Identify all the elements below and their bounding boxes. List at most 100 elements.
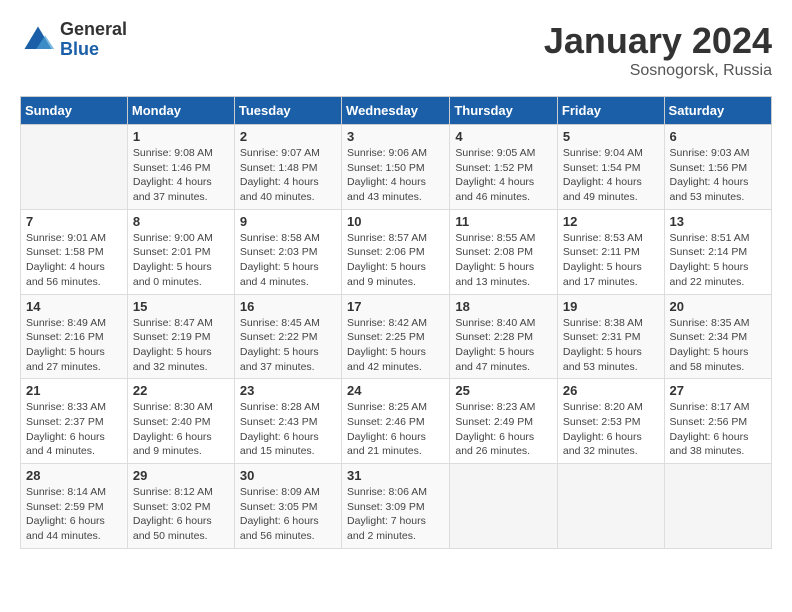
- day-number: 30: [240, 468, 336, 483]
- calendar-cell: 27Sunrise: 8:17 AMSunset: 2:56 PMDayligh…: [664, 379, 771, 464]
- calendar-week-row: 14 Sunrise: 8:49 AMSunset: 2:16 PMDayligh…: [21, 294, 772, 379]
- calendar-cell: 4 Sunrise: 9:05 AMSunset: 1:52 PMDaylight…: [450, 125, 558, 210]
- calendar-cell: 24 Sunrise: 8:25 AMSunset: 2:46 PMDayligh…: [342, 379, 450, 464]
- calendar-week-row: 21Sunrise: 8:33 AMSunset: 2:37 PMDayligh…: [21, 379, 772, 464]
- day-number: 4: [455, 129, 552, 144]
- calendar-cell: [21, 125, 128, 210]
- day-info: Sunrise: 8:14 AMSunset: 2:59 PMDaylight:…: [26, 485, 122, 544]
- day-info: Sunrise: 8:33 AMSunset: 2:37 PMDaylight:…: [26, 400, 122, 459]
- day-number: 10: [347, 214, 444, 229]
- day-number: 11: [455, 214, 552, 229]
- day-number: 1: [133, 129, 229, 144]
- calendar-cell: 3Sunrise: 9:06 AMSunset: 1:50 PMDaylight…: [342, 125, 450, 210]
- logo-text: General Blue: [60, 20, 127, 60]
- day-number: 6: [670, 129, 766, 144]
- calendar-cell: 26Sunrise: 8:20 AMSunset: 2:53 PMDayligh…: [557, 379, 664, 464]
- day-number: 17: [347, 299, 444, 314]
- day-info: Sunrise: 8:58 AMSunset: 2:03 PMDaylight:…: [240, 231, 336, 290]
- calendar-cell: 17 Sunrise: 8:42 AMSunset: 2:25 PMDayligh…: [342, 294, 450, 379]
- calendar-cell: 12 Sunrise: 8:53 AMSunset: 2:11 PMDayligh…: [557, 209, 664, 294]
- calendar-cell: 6 Sunrise: 9:03 AMSunset: 1:56 PMDaylight…: [664, 125, 771, 210]
- day-number: 15: [133, 299, 229, 314]
- day-info: Sunrise: 8:17 AMSunset: 2:56 PMDaylight:…: [670, 400, 766, 459]
- day-number: 28: [26, 468, 122, 483]
- day-number: 22: [133, 383, 229, 398]
- day-info: Sunrise: 8:28 AMSunset: 2:43 PMDaylight:…: [240, 400, 336, 459]
- day-info: Sunrise: 8:09 AMSunset: 3:05 PMDaylight:…: [240, 485, 336, 544]
- calendar-cell: 10 Sunrise: 8:57 AMSunset: 2:06 PMDayligh…: [342, 209, 450, 294]
- title-block: January 2024 Sosnogorsk, Russia: [544, 20, 772, 80]
- day-number: 29: [133, 468, 229, 483]
- day-info: Sunrise: 8:42 AMSunset: 2:25 PMDaylight:…: [347, 316, 444, 375]
- day-info: Sunrise: 9:07 AMSunset: 1:48 PMDaylight:…: [240, 146, 336, 205]
- day-number: 18: [455, 299, 552, 314]
- calendar-week-row: 1Sunrise: 9:08 AMSunset: 1:46 PMDaylight…: [21, 125, 772, 210]
- day-number: 14: [26, 299, 122, 314]
- day-info: Sunrise: 8:53 AMSunset: 2:11 PMDaylight:…: [563, 231, 659, 290]
- day-info: Sunrise: 9:03 AMSunset: 1:56 PMDaylight:…: [670, 146, 766, 205]
- day-info: Sunrise: 8:12 AMSunset: 3:02 PMDaylight:…: [133, 485, 229, 544]
- calendar-cell: 2Sunrise: 9:07 AMSunset: 1:48 PMDaylight…: [234, 125, 341, 210]
- calendar-cell: 21Sunrise: 8:33 AMSunset: 2:37 PMDayligh…: [21, 379, 128, 464]
- calendar-cell: 16 Sunrise: 8:45 AMSunset: 2:22 PMDayligh…: [234, 294, 341, 379]
- day-number: 24: [347, 383, 444, 398]
- calendar-cell: [664, 464, 771, 549]
- calendar-cell: 31 Sunrise: 8:06 AMSunset: 3:09 PMDayligh…: [342, 464, 450, 549]
- calendar-cell: 30 Sunrise: 8:09 AMSunset: 3:05 PMDayligh…: [234, 464, 341, 549]
- calendar-cell: 18 Sunrise: 8:40 AMSunset: 2:28 PMDayligh…: [450, 294, 558, 379]
- day-info: Sunrise: 8:20 AMSunset: 2:53 PMDaylight:…: [563, 400, 659, 459]
- day-info: Sunrise: 8:40 AMSunset: 2:28 PMDaylight:…: [455, 316, 552, 375]
- day-info: Sunrise: 8:38 AMSunset: 2:31 PMDaylight:…: [563, 316, 659, 375]
- calendar-week-row: 7Sunrise: 9:01 AMSunset: 1:58 PMDaylight…: [21, 209, 772, 294]
- day-info: Sunrise: 8:49 AMSunset: 2:16 PMDaylight:…: [26, 316, 122, 375]
- calendar-cell: 7Sunrise: 9:01 AMSunset: 1:58 PMDaylight…: [21, 209, 128, 294]
- calendar-cell: 1Sunrise: 9:08 AMSunset: 1:46 PMDaylight…: [127, 125, 234, 210]
- day-number: 20: [670, 299, 766, 314]
- day-header-wednesday: Wednesday: [342, 97, 450, 125]
- day-info: Sunrise: 9:04 AMSunset: 1:54 PMDaylight:…: [563, 146, 659, 205]
- calendar-cell: 25Sunrise: 8:23 AMSunset: 2:49 PMDayligh…: [450, 379, 558, 464]
- day-header-thursday: Thursday: [450, 97, 558, 125]
- day-number: 5: [563, 129, 659, 144]
- calendar-cell: 20 Sunrise: 8:35 AMSunset: 2:34 PMDayligh…: [664, 294, 771, 379]
- day-header-tuesday: Tuesday: [234, 97, 341, 125]
- calendar-cell: 22 Sunrise: 8:30 AMSunset: 2:40 PMDayligh…: [127, 379, 234, 464]
- calendar-cell: 28 Sunrise: 8:14 AMSunset: 2:59 PMDayligh…: [21, 464, 128, 549]
- day-header-saturday: Saturday: [664, 97, 771, 125]
- day-number: 3: [347, 129, 444, 144]
- calendar-cell: 19 Sunrise: 8:38 AMSunset: 2:31 PMDayligh…: [557, 294, 664, 379]
- calendar-cell: 14 Sunrise: 8:49 AMSunset: 2:16 PMDayligh…: [21, 294, 128, 379]
- day-number: 12: [563, 214, 659, 229]
- day-number: 23: [240, 383, 336, 398]
- calendar-cell: [557, 464, 664, 549]
- day-number: 25: [455, 383, 552, 398]
- day-info: Sunrise: 8:25 AMSunset: 2:46 PMDaylight:…: [347, 400, 444, 459]
- day-header-friday: Friday: [557, 97, 664, 125]
- day-info: Sunrise: 9:05 AMSunset: 1:52 PMDaylight:…: [455, 146, 552, 205]
- day-info: Sunrise: 8:57 AMSunset: 2:06 PMDaylight:…: [347, 231, 444, 290]
- calendar-cell: 23 Sunrise: 8:28 AMSunset: 2:43 PMDayligh…: [234, 379, 341, 464]
- day-number: 31: [347, 468, 444, 483]
- calendar-cell: 29 Sunrise: 8:12 AMSunset: 3:02 PMDayligh…: [127, 464, 234, 549]
- calendar-header-row: SundayMondayTuesdayWednesdayThursdayFrid…: [21, 97, 772, 125]
- day-info: Sunrise: 8:06 AMSunset: 3:09 PMDaylight:…: [347, 485, 444, 544]
- day-info: Sunrise: 8:35 AMSunset: 2:34 PMDaylight:…: [670, 316, 766, 375]
- day-info: Sunrise: 8:45 AMSunset: 2:22 PMDaylight:…: [240, 316, 336, 375]
- calendar-cell: 9Sunrise: 8:58 AMSunset: 2:03 PMDaylight…: [234, 209, 341, 294]
- logo: General Blue: [20, 20, 127, 60]
- day-info: Sunrise: 9:01 AMSunset: 1:58 PMDaylight:…: [26, 231, 122, 290]
- calendar-cell: [450, 464, 558, 549]
- calendar-cell: 13Sunrise: 8:51 AMSunset: 2:14 PMDayligh…: [664, 209, 771, 294]
- calendar-cell: 15 Sunrise: 8:47 AMSunset: 2:19 PMDayligh…: [127, 294, 234, 379]
- day-header-monday: Monday: [127, 97, 234, 125]
- day-info: Sunrise: 8:30 AMSunset: 2:40 PMDaylight:…: [133, 400, 229, 459]
- day-number: 13: [670, 214, 766, 229]
- day-number: 16: [240, 299, 336, 314]
- day-number: 19: [563, 299, 659, 314]
- logo-icon: [20, 22, 56, 58]
- day-info: Sunrise: 8:47 AMSunset: 2:19 PMDaylight:…: [133, 316, 229, 375]
- month-title: January 2024: [544, 20, 772, 62]
- calendar-week-row: 28 Sunrise: 8:14 AMSunset: 2:59 PMDayligh…: [21, 464, 772, 549]
- calendar-table: SundayMondayTuesdayWednesdayThursdayFrid…: [20, 96, 772, 549]
- calendar-cell: 11Sunrise: 8:55 AMSunset: 2:08 PMDayligh…: [450, 209, 558, 294]
